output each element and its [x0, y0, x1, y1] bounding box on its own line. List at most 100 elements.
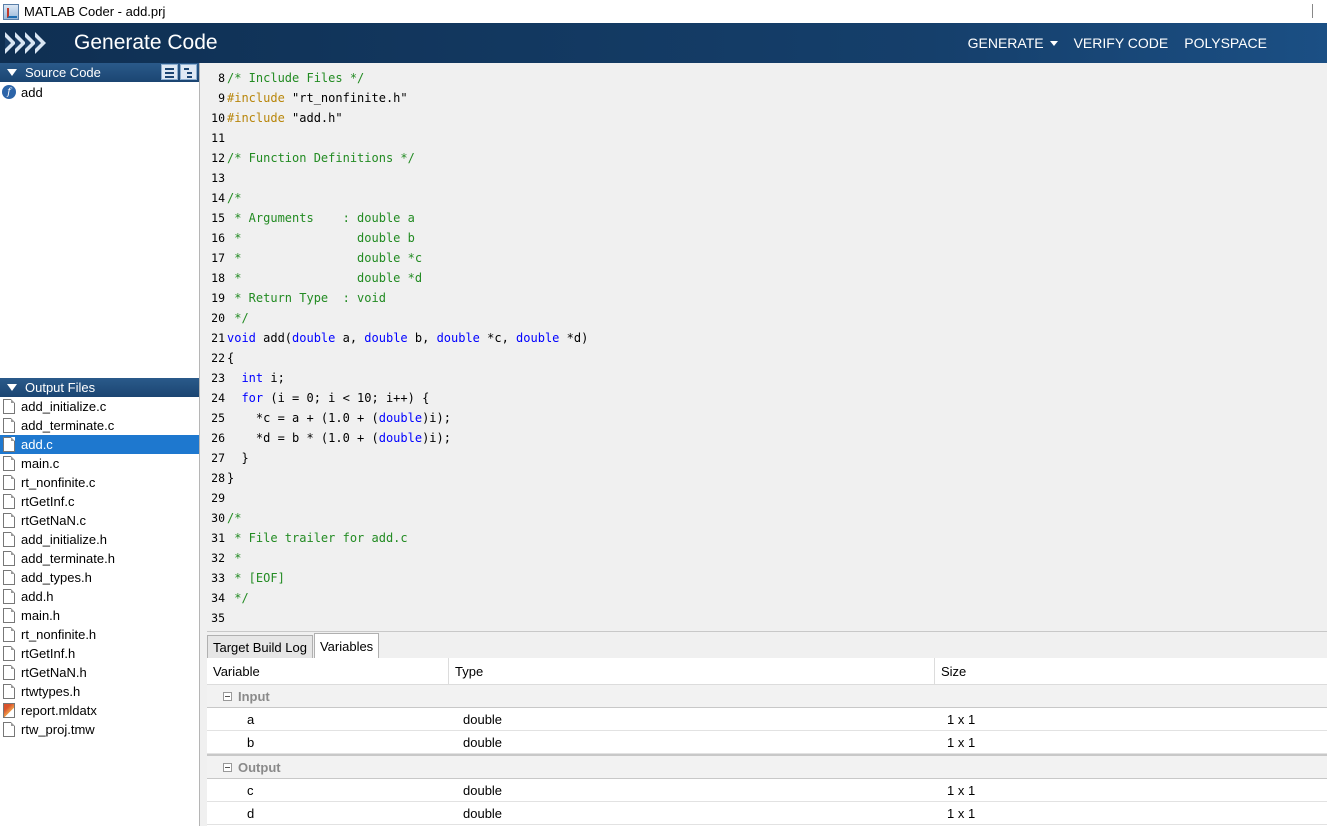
code-line: 29 [202, 488, 1327, 508]
column-header-variable[interactable]: Variable [207, 658, 449, 684]
file-item[interactable]: report.mldatx [0, 701, 199, 720]
code-text: */ [227, 591, 248, 605]
file-item[interactable]: add.c [0, 435, 199, 454]
collapse-triangle-icon[interactable] [7, 384, 17, 391]
tab-target-build-log[interactable]: Target Build Log [207, 635, 313, 658]
file-item[interactable]: rtwtypes.h [0, 682, 199, 701]
tab-variables[interactable]: Variables [313, 633, 380, 658]
line-number: 24 [211, 391, 225, 405]
generate-button[interactable]: GENERATE [968, 35, 1058, 51]
column-header-type[interactable]: Type [449, 658, 935, 684]
code-token: * double *c [227, 251, 423, 265]
code-line: 31 * File trailer for add.c [202, 528, 1327, 548]
code-token: * Arguments : double a [227, 211, 415, 225]
line-number: 20 [211, 311, 225, 325]
code-token: *d = b * (1.0 + ( [227, 431, 379, 445]
file-item[interactable]: main.h [0, 606, 199, 625]
code-token: *c = a + (1.0 + ( [227, 411, 379, 425]
variable-type-cell: double [463, 782, 503, 798]
file-item[interactable]: add_types.h [0, 568, 199, 587]
file-item[interactable]: add_initialize.c [0, 397, 199, 416]
file-item[interactable]: add.h [0, 587, 199, 606]
code-text: * double b [227, 231, 415, 245]
code-text: #include "rt_nonfinite.h" [227, 91, 408, 105]
variable-type-cell: double [463, 805, 503, 821]
code-token: double [516, 331, 560, 345]
code-token: double [436, 331, 480, 345]
document-icon [3, 722, 15, 737]
file-item-label: rtwtypes.h [21, 684, 81, 699]
code-token: for [241, 391, 264, 405]
table-row[interactable]: c double 1 x 1 [207, 779, 1327, 802]
code-token: * double b [227, 231, 415, 245]
file-item[interactable]: add_initialize.h [0, 530, 199, 549]
function-icon: f [2, 85, 16, 99]
file-item[interactable]: rt_nonfinite.h [0, 625, 199, 644]
code-viewer[interactable]: 8/* Include Files */9 #include "rt_nonfin… [202, 63, 1327, 630]
document-icon [3, 608, 15, 623]
code-line: 35 [202, 608, 1327, 628]
line-number: 21 [211, 331, 225, 345]
file-item-label: add_terminate.h [21, 551, 115, 566]
file-item-label: rtGetNaN.h [21, 665, 87, 680]
tree-view-icon[interactable] [180, 64, 197, 80]
collapse-minus-icon[interactable] [223, 691, 232, 701]
code-token: a, [335, 331, 365, 345]
source-item-label: add [21, 84, 43, 100]
code-line: 20 */ [202, 308, 1327, 328]
window-control-edge[interactable] [1312, 4, 1313, 18]
group-row-input[interactable]: Input [207, 685, 1327, 708]
code-line: 22{ [202, 348, 1327, 368]
table-row[interactable]: d double 1 x 1 [207, 802, 1327, 825]
file-item[interactable]: rt_nonfinite.c [0, 473, 199, 492]
collapse-triangle-icon[interactable] [7, 69, 17, 76]
table-row[interactable]: a double 1 x 1 [207, 708, 1327, 731]
file-item[interactable]: rtGetInf.h [0, 644, 199, 663]
variables-table: Variable Type Size Input a double 1 x 1 b dou… [207, 658, 1327, 825]
file-item[interactable]: rtw_proj.tmw [0, 720, 199, 739]
code-token: double [292, 331, 336, 345]
code-line: 8/* Include Files */ [202, 68, 1327, 88]
file-item[interactable]: add_terminate.c [0, 416, 199, 435]
code-line: 32 * [202, 548, 1327, 568]
variable-size-cell: 1 x 1 [947, 711, 976, 727]
code-text: * [EOF] [227, 571, 285, 585]
file-item-label: rtGetNaN.c [21, 513, 87, 528]
code-line: 15 * Arguments : double a [202, 208, 1327, 228]
table-row[interactable]: b double 1 x 1 [207, 731, 1327, 754]
file-item[interactable]: rtGetNaN.c [0, 511, 199, 530]
file-item[interactable]: rtGetNaN.h [0, 663, 199, 682]
list-view-icon[interactable] [161, 64, 178, 80]
file-item-label: add.c [21, 437, 53, 452]
line-number: 23 [211, 371, 225, 385]
file-item[interactable]: rtGetInf.c [0, 492, 199, 511]
line-number: 16 [211, 231, 225, 245]
generate-button-label: GENERATE [967, 35, 1044, 51]
document-icon [3, 646, 15, 661]
output-files-header[interactable]: Output Files [0, 378, 199, 397]
code-token: * [EOF] [227, 571, 285, 585]
document-icon [3, 589, 15, 604]
group-row-output[interactable]: Output [207, 756, 1327, 779]
file-item[interactable]: main.c [0, 454, 199, 473]
code-token: double [378, 431, 423, 445]
line-number: 30 [211, 511, 225, 525]
code-token: * double *d [227, 271, 423, 285]
polyspace-button[interactable]: POLYSPACE [1184, 35, 1267, 51]
output-files-title: Output Files [25, 380, 96, 395]
code-text: void add(double a, double b, double *c, … [227, 331, 588, 345]
document-icon [3, 570, 15, 585]
source-code-header[interactable]: Source Code [0, 63, 199, 82]
file-item[interactable]: add_terminate.h [0, 549, 199, 568]
verify-code-button[interactable]: VERIFY CODE [1074, 35, 1169, 51]
column-header-size[interactable]: Size [935, 658, 1327, 684]
document-icon [3, 513, 15, 528]
code-line: 26 *d = b * (1.0 + (double)i); [202, 428, 1327, 448]
document-icon [3, 399, 15, 414]
code-token: double [364, 331, 408, 345]
collapse-minus-icon[interactable] [223, 762, 232, 772]
table-header: Variable Type Size [207, 658, 1327, 685]
source-item-add[interactable]: f add [0, 82, 199, 102]
variable-name-cell: b [247, 734, 255, 750]
